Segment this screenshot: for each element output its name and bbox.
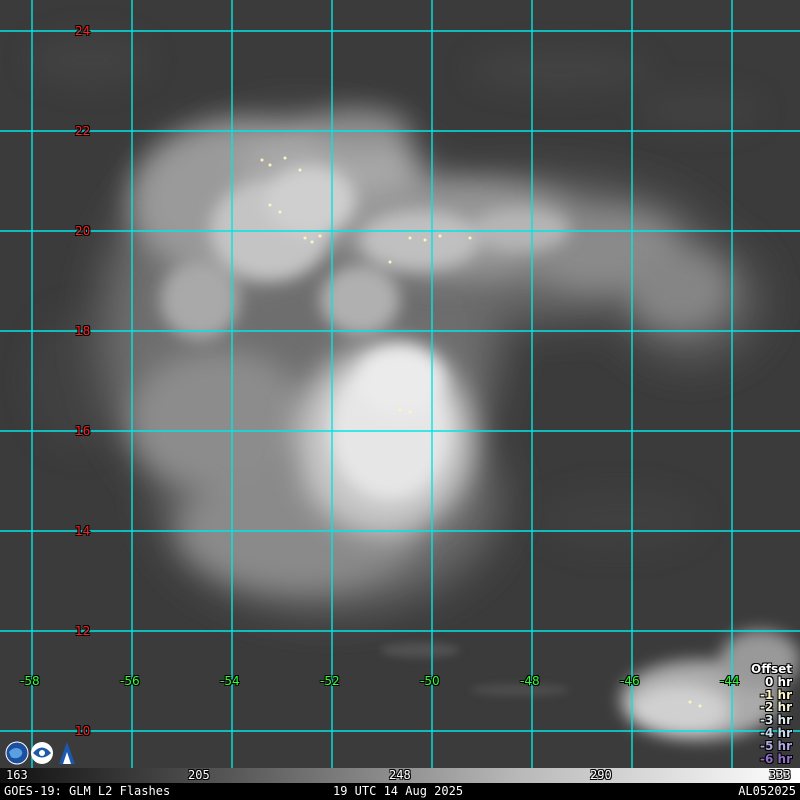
- offset-legend-title: Offset: [751, 662, 792, 676]
- noaa-logo: [31, 742, 53, 764]
- storm-id: AL052025: [738, 784, 796, 798]
- satellite-image-viewer: 24 22 20 18 16 14 12 10 -58 -56 -54 -52 -50 -48 -46 -4…: [0, 0, 800, 800]
- longitude-label: -54: [220, 674, 240, 688]
- latitude-label: 10: [75, 724, 91, 738]
- longitude-label: -52: [320, 674, 340, 688]
- longitude-label: -50: [420, 674, 440, 688]
- timestamp: 19 UTC 14 Aug 2025: [333, 784, 464, 798]
- offset-legend-item: -4 hr: [760, 725, 792, 740]
- longitude-label: -44: [720, 674, 740, 688]
- latitude-label: 18: [75, 324, 91, 338]
- latitude-label: 24: [75, 24, 91, 38]
- colorbar-tick: 205: [188, 768, 210, 782]
- latitude-label: 22: [75, 124, 91, 138]
- cira-logo: [59, 742, 75, 764]
- nasa-globe-logo: [5, 741, 29, 765]
- longitude-label: -58: [20, 674, 40, 688]
- lat-lon-grid: [0, 0, 800, 768]
- colorbar-tick: 290: [590, 768, 612, 782]
- latitude-label: 14: [75, 524, 91, 538]
- latitude-label: 20: [75, 224, 91, 238]
- product-name: GOES-19: GLM L2 Flashes: [4, 784, 171, 798]
- offset-legend-item: -5 hr: [760, 738, 792, 753]
- agency-logos: [4, 740, 76, 766]
- offset-legend-item: -6 hr: [760, 751, 792, 766]
- longitude-label: -46: [620, 674, 640, 688]
- latitude-label: 16: [75, 424, 91, 438]
- colorbar-tick: 163: [6, 768, 28, 782]
- colorbar-tick: 333: [769, 768, 791, 782]
- longitude-label: -56: [120, 674, 140, 688]
- offset-legend: Offset 0 hr -1 hr -2 hr -3 hr -4 hr -5 hr -6 h…: [751, 663, 792, 765]
- longitude-label: -48: [520, 674, 540, 688]
- latitude-label: 12: [75, 624, 91, 638]
- offset-legend-item: 0 hr: [765, 674, 792, 689]
- colorbar-tick: 248: [389, 768, 411, 782]
- footer-bar: GOES-19: GLM L2 Flashes 19 UTC 14 Aug 20…: [0, 783, 800, 800]
